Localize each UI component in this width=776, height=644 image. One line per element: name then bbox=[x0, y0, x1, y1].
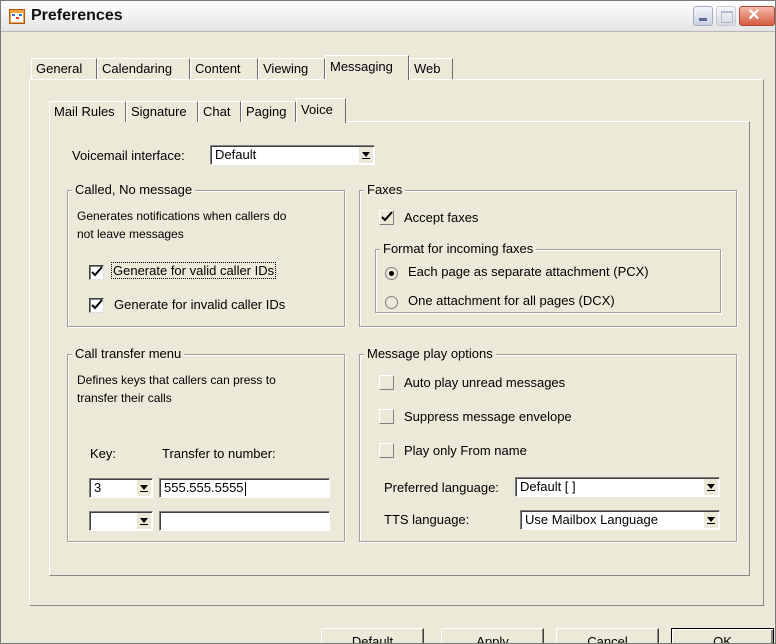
transfer-number-input-row-1[interactable]: 555.555.5555 bbox=[159, 478, 330, 498]
accept-faxes-label[interactable]: Accept faxes bbox=[404, 210, 478, 225]
transfer-number-value-row-1: 555.555.5555 bbox=[164, 480, 244, 495]
key-select-row-1[interactable]: 3 bbox=[89, 478, 153, 498]
called-no-message-legend: Called, No message bbox=[72, 182, 196, 197]
subtab-mail-rules[interactable]: Mail Rules bbox=[49, 101, 126, 122]
chevron-down-icon bbox=[136, 513, 151, 529]
calendar-icon bbox=[9, 9, 25, 24]
preferences-window: Preferences × General Calendaring Conten… bbox=[0, 0, 776, 644]
subtab-signature[interactable]: Signature bbox=[126, 101, 198, 122]
accept-faxes-checkbox[interactable] bbox=[379, 210, 394, 225]
pcx-option-label[interactable]: Each page as separate attachment (PCX) bbox=[408, 264, 649, 279]
dcx-radio[interactable] bbox=[385, 296, 398, 309]
play-from-name-checkbox[interactable] bbox=[379, 443, 394, 458]
window-title: Preferences bbox=[31, 7, 123, 24]
tts-language-label: TTS language: bbox=[384, 512, 470, 527]
called-no-message-description: Generates notifications when callers do bbox=[77, 209, 287, 223]
suppress-envelope-label[interactable]: Suppress message envelope bbox=[404, 409, 572, 424]
preferred-language-select[interactable]: Default [ ] bbox=[515, 477, 720, 497]
subtab-chat[interactable]: Chat bbox=[198, 101, 241, 122]
call-transfer-legend: Call transfer menu bbox=[72, 346, 185, 361]
maximize-button[interactable] bbox=[716, 6, 736, 26]
auto-play-checkbox[interactable] bbox=[379, 375, 394, 390]
default-button[interactable]: Default bbox=[321, 628, 424, 643]
auto-play-label[interactable]: Auto play unread messages bbox=[404, 375, 565, 390]
faxes-legend: Faxes bbox=[364, 182, 406, 197]
faxes-group: Faxes Accept faxes Format for incoming f… bbox=[359, 182, 737, 327]
tab-messaging[interactable]: Messaging bbox=[325, 55, 409, 80]
preferred-language-label: Preferred language: bbox=[384, 480, 499, 495]
voicemail-interface-select[interactable]: Default bbox=[210, 145, 375, 165]
key-select-row-2[interactable] bbox=[89, 511, 153, 531]
generate-invalid-label[interactable]: Generate for invalid caller IDs bbox=[114, 297, 285, 312]
title-bar[interactable]: Preferences × bbox=[1, 1, 775, 32]
call-transfer-group: Call transfer menu Defines keys that cal… bbox=[67, 346, 345, 542]
pcx-radio[interactable] bbox=[385, 267, 398, 280]
tab-general[interactable]: General bbox=[31, 58, 97, 79]
chevron-down-icon bbox=[358, 147, 373, 163]
tts-language-value: Use Mailbox Language bbox=[525, 512, 658, 527]
transfer-number-column-header: Transfer to number: bbox=[162, 446, 276, 461]
dcx-option-label[interactable]: One attachment for all pages (DCX) bbox=[408, 293, 615, 308]
cancel-button[interactable]: Cancel bbox=[556, 628, 659, 643]
chevron-down-icon bbox=[703, 479, 718, 495]
tts-language-select[interactable]: Use Mailbox Language bbox=[520, 510, 720, 530]
subtab-paging[interactable]: Paging bbox=[241, 101, 296, 122]
tab-viewing[interactable]: Viewing bbox=[258, 58, 325, 79]
apply-button[interactable]: Apply bbox=[441, 628, 544, 643]
chevron-down-icon bbox=[136, 480, 151, 496]
key-value-row-1: 3 bbox=[94, 480, 102, 495]
fax-format-group: Format for incoming faxes Each page as s… bbox=[375, 241, 721, 313]
voicemail-interface-value: Default bbox=[215, 147, 257, 162]
fax-format-legend: Format for incoming faxes bbox=[380, 241, 537, 256]
radio-dot-icon bbox=[389, 271, 394, 276]
close-icon: × bbox=[748, 4, 760, 26]
message-play-options-legend: Message play options bbox=[364, 346, 496, 361]
ok-button[interactable]: OK bbox=[671, 628, 774, 643]
subtab-voice[interactable]: Voice bbox=[296, 98, 346, 123]
check-icon bbox=[91, 266, 103, 277]
preferred-language-value: Default [ ] bbox=[520, 479, 576, 494]
check-icon bbox=[91, 299, 103, 310]
call-transfer-description: Defines keys that callers can press to bbox=[77, 373, 276, 387]
chevron-down-icon bbox=[703, 512, 718, 528]
call-transfer-description-2: transfer their calls bbox=[77, 391, 172, 405]
called-no-message-description-2: not leave messages bbox=[77, 227, 184, 241]
generate-invalid-checkbox[interactable] bbox=[89, 298, 104, 313]
minimize-button[interactable] bbox=[693, 6, 713, 26]
check-icon bbox=[381, 211, 393, 222]
play-from-name-label[interactable]: Play only From name bbox=[404, 443, 527, 458]
tab-web[interactable]: Web bbox=[409, 58, 453, 79]
text-caret bbox=[244, 481, 246, 496]
transfer-number-input-row-2[interactable] bbox=[159, 511, 330, 531]
tab-calendaring[interactable]: Calendaring bbox=[97, 58, 190, 79]
suppress-envelope-checkbox[interactable] bbox=[379, 409, 394, 424]
generate-valid-label[interactable]: Generate for valid caller IDs bbox=[110, 262, 277, 279]
tab-content[interactable]: Content bbox=[190, 58, 258, 79]
close-button[interactable]: × bbox=[739, 4, 775, 26]
generate-valid-checkbox[interactable] bbox=[89, 265, 104, 280]
voicemail-interface-label: Voicemail interface: bbox=[72, 148, 185, 163]
key-column-header: Key: bbox=[90, 446, 117, 461]
called-no-message-group: Called, No message Generates notificatio… bbox=[67, 182, 345, 327]
message-play-options-group: Message play options Auto play unread me… bbox=[359, 346, 737, 542]
